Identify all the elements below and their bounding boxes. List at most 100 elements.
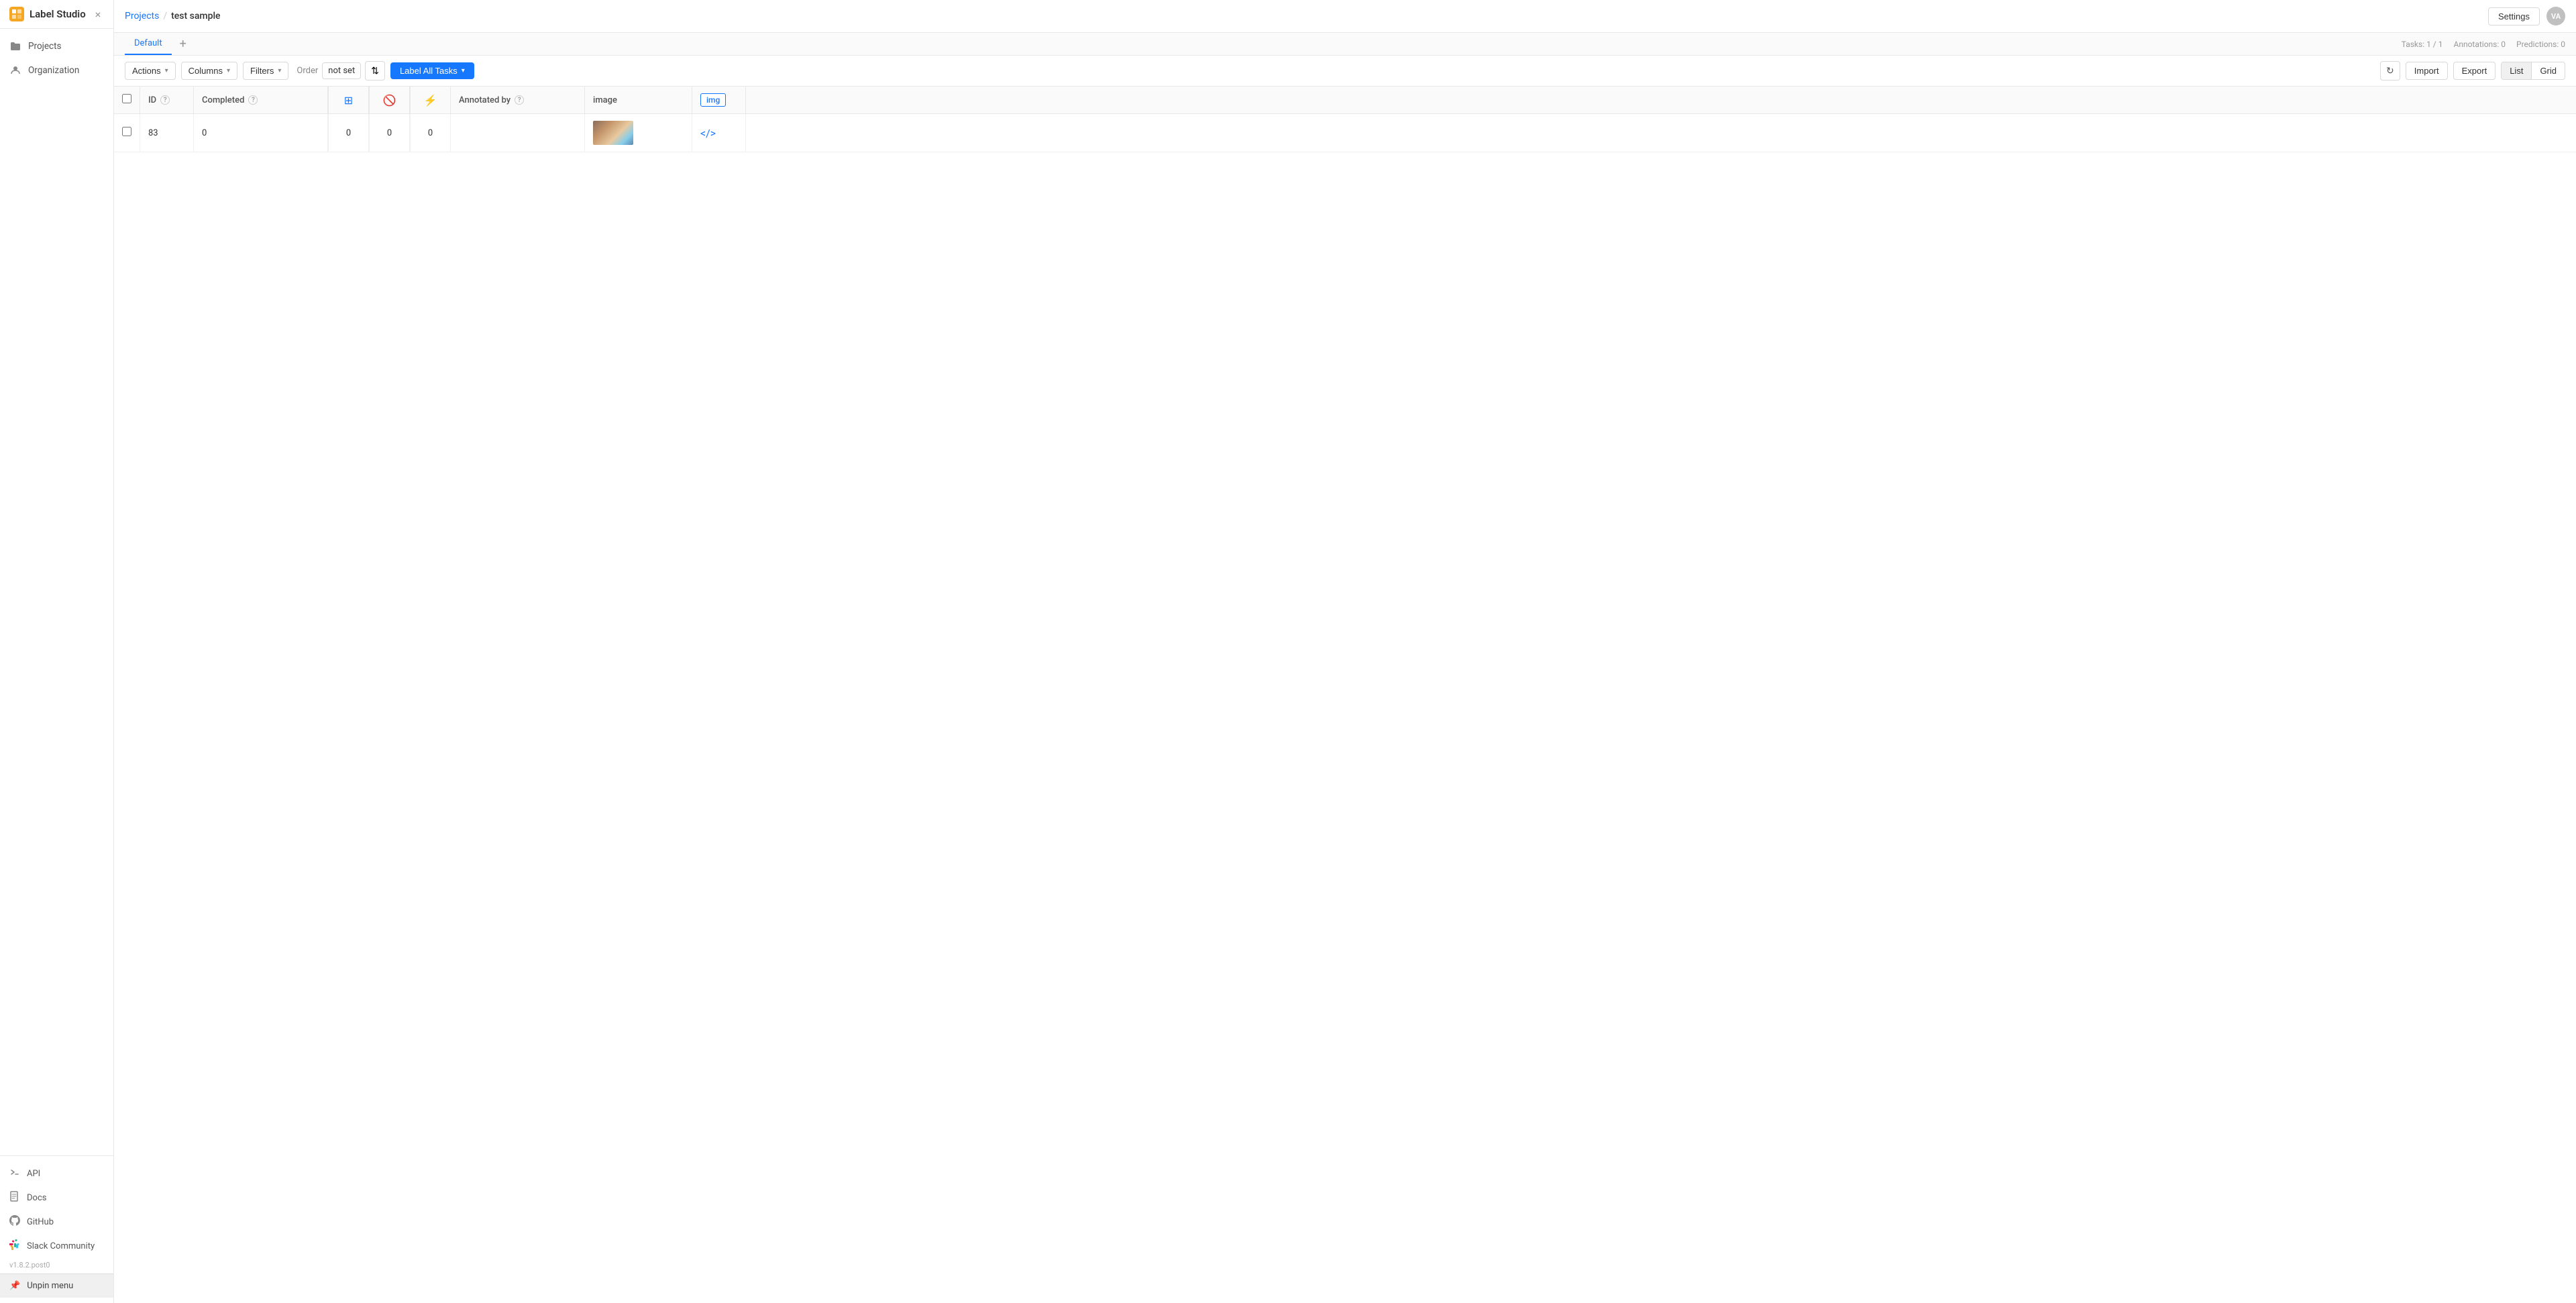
actions-chevron-icon: ▾ xyxy=(165,67,168,74)
sidebar-item-organization[interactable]: Organization xyxy=(0,58,113,83)
row-image-cell xyxy=(585,114,692,152)
label-all-chevron-icon: ▾ xyxy=(462,67,465,74)
sidebar-item-api[interactable]: API xyxy=(0,1161,113,1186)
predictions-stat: Predictions: 0 xyxy=(2516,40,2565,49)
actions-button[interactable]: Actions ▾ xyxy=(125,62,176,80)
row-img-badge-cell: </> xyxy=(692,114,746,152)
sidebar-item-docs[interactable]: Docs xyxy=(0,1186,113,1210)
task-table: ID ? Completed ? ⊞ xyxy=(114,87,2576,152)
logo-icon xyxy=(9,7,24,21)
refresh-button[interactable]: ↻ xyxy=(2380,61,2400,81)
th-annotated-by-label: Annotated by xyxy=(459,95,511,105)
sidebar-item-projects[interactable]: Projects xyxy=(0,34,113,58)
cancelled-icon: 🚫 xyxy=(383,94,396,107)
app-name: Label Studio xyxy=(30,8,86,20)
user-avatar[interactable]: VA xyxy=(2546,7,2565,25)
pin-icon: 📌 xyxy=(9,1281,20,1291)
columns-label: Columns xyxy=(189,66,223,76)
filters-button[interactable]: Filters ▾ xyxy=(243,62,288,80)
th-rest xyxy=(746,87,2576,114)
th-completed-help-icon[interactable]: ? xyxy=(248,95,258,105)
row-checkbox-cell xyxy=(114,114,140,152)
sort-button[interactable]: ⇅ xyxy=(365,61,385,81)
topbar-right: Settings VA xyxy=(2488,7,2565,25)
folder-icon xyxy=(9,40,21,52)
row-select-checkbox[interactable] xyxy=(122,127,131,136)
task-thumbnail[interactable] xyxy=(593,121,633,145)
th-checkbox xyxy=(114,87,140,114)
row-rest-cell xyxy=(746,114,2576,152)
annotations-stat: Annotations: 0 xyxy=(2453,40,2506,49)
th-image-label: image xyxy=(593,95,617,105)
grid-view-button[interactable]: Grid xyxy=(2532,62,2565,79)
order-value[interactable]: not set xyxy=(322,62,361,79)
order-label: Order xyxy=(297,66,318,76)
toolbar: Actions ▾ Columns ▾ Filters ▾ Order not … xyxy=(114,56,2576,87)
breadcrumb-separator: / xyxy=(163,11,167,21)
row-annotated-by-cell xyxy=(451,114,585,152)
columns-chevron-icon: ▾ xyxy=(227,67,230,74)
sidebar-footer: API Docs GitHub xyxy=(0,1155,113,1303)
refresh-icon: ↻ xyxy=(2386,65,2394,76)
sort-icon: ⇅ xyxy=(371,65,379,76)
table-row[interactable]: 83 0 0 0 0 xyxy=(114,114,2576,152)
predictions-icon: ⚡ xyxy=(424,94,437,107)
book-icon xyxy=(9,1191,20,1204)
th-image: image xyxy=(585,87,692,114)
th-id-help-icon[interactable]: ? xyxy=(160,95,170,105)
breadcrumb-current: test sample xyxy=(171,11,220,21)
sidebar-item-slack[interactable]: Slack Community xyxy=(0,1234,113,1258)
app-logo: Label Studio xyxy=(9,7,86,21)
slack-icon xyxy=(9,1239,20,1253)
actions-label: Actions xyxy=(132,66,161,76)
th-annotated-help-icon[interactable]: ? xyxy=(515,95,524,105)
main-content: Projects / test sample Settings VA Defau… xyxy=(114,0,2576,1303)
columns-button[interactable]: Columns ▾ xyxy=(181,62,237,80)
th-img-badge: img xyxy=(692,87,746,114)
th-icon1: ⊞ xyxy=(329,87,369,114)
sidebar-item-github[interactable]: GitHub xyxy=(0,1210,113,1234)
th-annotated-by: Annotated by ? xyxy=(451,87,585,114)
unpin-label: Unpin menu xyxy=(27,1281,73,1291)
sidebar-projects-label: Projects xyxy=(28,41,62,52)
github-icon xyxy=(9,1215,20,1229)
task-table-container: ID ? Completed ? ⊞ xyxy=(114,87,2576,1303)
tasks-stat: Tasks: 1 / 1 xyxy=(2402,40,2443,49)
breadcrumb-projects[interactable]: Projects xyxy=(125,11,159,21)
import-button[interactable]: Import xyxy=(2406,62,2448,80)
table-body: 83 0 0 0 0 xyxy=(114,114,2576,152)
th-id-label: ID xyxy=(148,95,156,105)
sidebar-api-label: API xyxy=(27,1169,40,1179)
settings-button[interactable]: Settings xyxy=(2488,7,2540,25)
version-text: v1.8.2.post0 xyxy=(0,1258,113,1273)
sidebar: Label Studio × Projects Organization API xyxy=(0,0,114,1303)
tab-default[interactable]: Default xyxy=(125,33,172,55)
sidebar-nav: Projects Organization xyxy=(0,29,113,1155)
sidebar-github-label: GitHub xyxy=(27,1217,54,1227)
sidebar-organization-label: Organization xyxy=(28,65,79,76)
row-code-link-icon[interactable]: </> xyxy=(700,127,716,140)
row-id: 83 xyxy=(148,128,158,138)
sidebar-docs-label: Docs xyxy=(27,1193,46,1203)
person-icon xyxy=(9,64,21,76)
table-header-row: ID ? Completed ? ⊞ xyxy=(114,87,2576,114)
th-icon2: 🚫 xyxy=(370,87,410,114)
th-icon3: ⚡ xyxy=(411,87,451,114)
tab-add-button[interactable]: + xyxy=(174,36,192,53)
sidebar-slack-label: Slack Community xyxy=(27,1241,95,1251)
row-completed: 0 xyxy=(202,128,207,138)
row-completed-cell: 0 xyxy=(194,114,328,152)
breadcrumb: Projects / test sample xyxy=(125,11,221,21)
tab-bar: Default + Tasks: 1 / 1 Annotations: 0 Pr… xyxy=(114,33,2576,56)
th-id: ID ? xyxy=(140,87,194,114)
list-view-button[interactable]: List xyxy=(2502,62,2532,79)
label-all-tasks-button[interactable]: Label All Tasks ▾ xyxy=(390,62,474,79)
select-all-checkbox[interactable] xyxy=(122,94,131,103)
filters-label: Filters xyxy=(250,66,274,76)
export-button[interactable]: Export xyxy=(2453,62,2496,80)
row-icon3-cell: 0 xyxy=(411,114,451,152)
row-icon2-cell: 0 xyxy=(370,114,410,152)
sidebar-header: Label Studio × xyxy=(0,0,113,29)
unpin-menu-button[interactable]: 📌 Unpin menu xyxy=(0,1273,113,1298)
sidebar-close-button[interactable]: × xyxy=(92,8,104,20)
